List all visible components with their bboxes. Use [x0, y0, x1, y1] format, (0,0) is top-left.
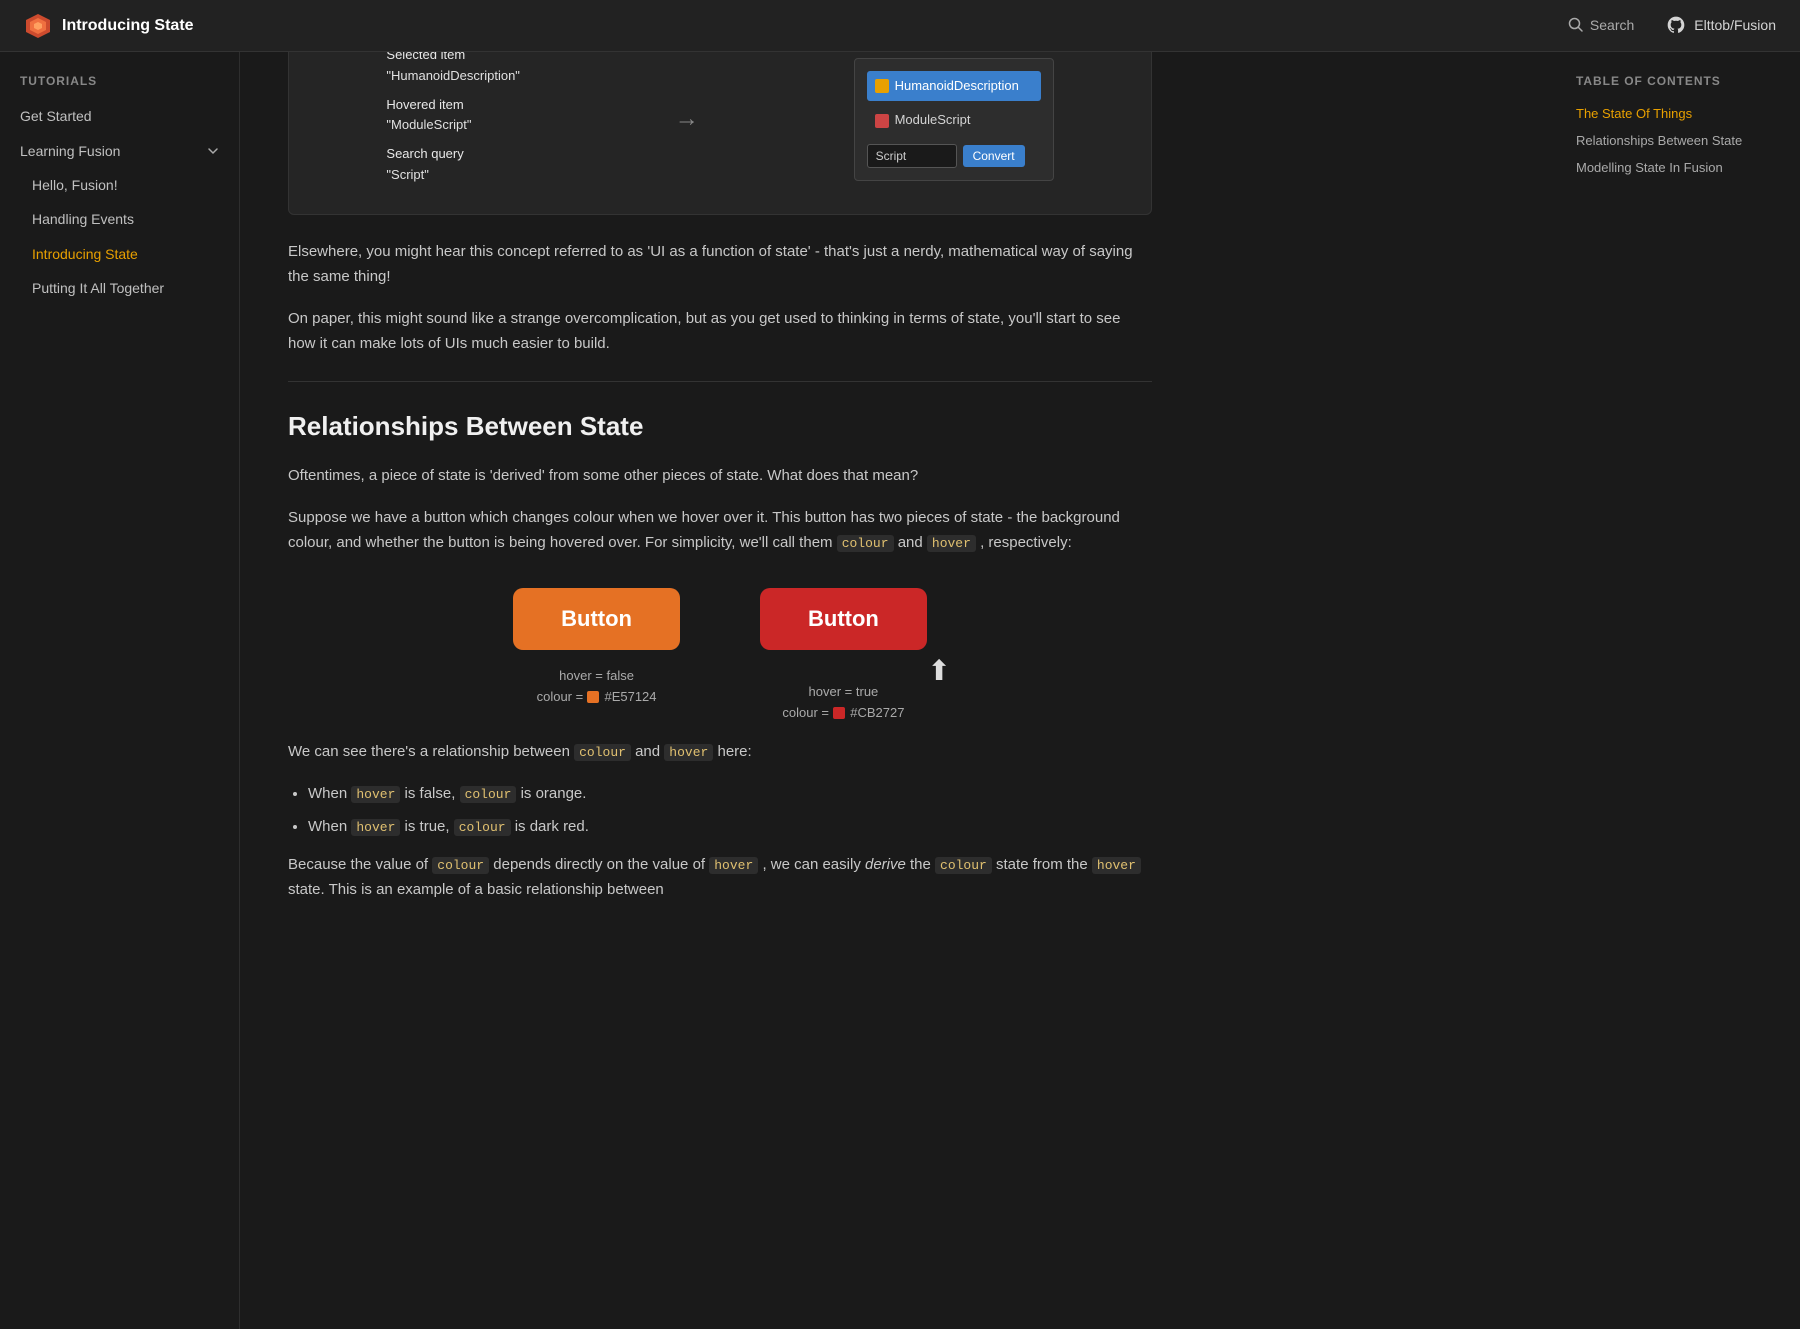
button-demo-right: Button ⬆ hover = true colour = #CB2727	[760, 588, 927, 724]
humanoid-icon	[875, 79, 889, 93]
sidebar-item-hello-fusion-label: Hello, Fusion!	[32, 174, 118, 196]
paragraph-3: Oftentimes, a piece of state is 'derived…	[288, 463, 1152, 489]
sidebar-item-introducing-state-label: Introducing State	[32, 243, 138, 265]
sidebar-tutorials-label: Tutorials	[0, 72, 239, 99]
bullet-item-2: When hover is true, colour is dark red.	[308, 814, 1152, 840]
demo-list-item-2: ModuleScript	[867, 105, 1041, 136]
main-content: Selected item "HumanoidDescription" Hove…	[240, 0, 1200, 943]
demo-right-panel: HumanoidDescription ModuleScript Convert	[854, 58, 1054, 182]
toc-item-relationships-label: Relationships Between State	[1576, 133, 1742, 148]
button-demo-left: Button hover = false colour = #E57124	[513, 588, 680, 724]
sidebar-item-handling-events-label: Handling Events	[32, 208, 134, 230]
code-colour4: colour	[935, 857, 992, 874]
demo-button-orange[interactable]: Button	[513, 588, 680, 650]
button-demo-row: Button hover = false colour = #E57124 Bu…	[288, 588, 1152, 724]
toc-item-state-of-things-label: The State Of Things	[1576, 106, 1692, 121]
code-colour2: colour	[574, 744, 631, 761]
code-hover-b1: hover	[351, 786, 400, 803]
paragraph-1: Elsewhere, you might hear this concept r…	[288, 239, 1152, 290]
code-colour-b1: colour	[460, 786, 517, 803]
bullet-list: When hover is false, colour is orange. W…	[308, 781, 1152, 840]
sidebar-item-get-started[interactable]: Get Started	[0, 99, 239, 133]
code-hover2: hover	[664, 744, 713, 761]
red-color-swatch	[833, 707, 845, 719]
code-hover: hover	[927, 535, 976, 552]
search-query-label: Search query "Script"	[386, 144, 520, 186]
toc-title: Table of contents	[1576, 72, 1776, 91]
header: Introducing State Search Elttob/Fusion	[0, 0, 1800, 52]
table-of-contents: Table of contents The State Of Things Re…	[1576, 72, 1776, 182]
github-label: Elttob/Fusion	[1694, 14, 1776, 36]
button-left-state: hover = false colour = #E57124	[537, 666, 657, 708]
sidebar-item-putting-together-label: Putting It All Together	[32, 277, 164, 299]
button-right-state: hover = true colour = #CB2727	[782, 682, 904, 724]
search-label: Search	[1590, 14, 1634, 36]
code-hover4: hover	[1092, 857, 1141, 874]
header-title: Introducing State	[62, 13, 194, 39]
section-heading-relationships: Relationships Between State	[288, 406, 1152, 448]
demo-convert-button[interactable]: Convert	[963, 145, 1025, 167]
sidebar-item-handling-events[interactable]: Handling Events	[0, 202, 239, 236]
toc-item-modelling[interactable]: Modelling State In Fusion	[1576, 155, 1776, 182]
arrow-icon: →	[675, 100, 699, 138]
hovered-item-label: Hovered item "ModuleScript"	[386, 95, 520, 137]
sidebar-item-putting-together[interactable]: Putting It All Together	[0, 271, 239, 305]
paragraph-4: Suppose we have a button which changes c…	[288, 505, 1152, 556]
module-icon	[875, 114, 889, 128]
demo-search-row: Convert	[867, 144, 1041, 168]
paragraph-6: Because the value of colour depends dire…	[288, 852, 1152, 903]
demo-button-red[interactable]: Button	[760, 588, 927, 650]
demo-top: Selected item "HumanoidDescription" Hove…	[288, 24, 1152, 215]
sidebar: Tutorials Get Started Learning Fusion He…	[0, 52, 240, 1329]
toc-item-modelling-label: Modelling State In Fusion	[1576, 160, 1723, 175]
code-hover-b2: hover	[351, 819, 400, 836]
sidebar-learning-fusion-label: Learning Fusion	[20, 140, 120, 162]
search-icon	[1568, 17, 1584, 33]
github-icon	[1666, 15, 1686, 35]
code-hover3: hover	[709, 857, 758, 874]
chevron-down-icon	[207, 145, 219, 157]
header-logo[interactable]: Introducing State	[24, 12, 194, 40]
sidebar-item-introducing-state[interactable]: Introducing State	[0, 237, 239, 271]
sidebar-item-get-started-label: Get Started	[20, 105, 92, 127]
toc-item-relationships[interactable]: Relationships Between State	[1576, 128, 1776, 155]
paragraph-5: We can see there's a relationship betwee…	[288, 739, 1152, 765]
sidebar-item-hello-fusion[interactable]: Hello, Fusion!	[0, 168, 239, 202]
demo-left-panel: Selected item "HumanoidDescription" Hove…	[386, 45, 520, 194]
header-search[interactable]: Search	[1568, 14, 1634, 36]
demo-list-item-2-label: ModuleScript	[895, 110, 971, 131]
cursor-icon: ⬆	[927, 649, 950, 694]
sidebar-item-learning-fusion[interactable]: Learning Fusion	[0, 134, 239, 168]
orange-color-swatch	[587, 691, 599, 703]
demo-search-input[interactable]	[867, 144, 957, 168]
bullet-item-1: When hover is false, colour is orange.	[308, 781, 1152, 807]
github-link[interactable]: Elttob/Fusion	[1666, 14, 1776, 36]
code-colour3: colour	[432, 857, 489, 874]
section-divider	[288, 381, 1152, 382]
derive-em: derive	[865, 856, 906, 873]
paragraph-2: On paper, this might sound like a strang…	[288, 306, 1152, 357]
code-colour-b2: colour	[454, 819, 511, 836]
demo-list-item-1-label: HumanoidDescription	[895, 76, 1019, 97]
toc-item-state-of-things[interactable]: The State Of Things	[1576, 101, 1776, 128]
demo-list-item-1: HumanoidDescription	[867, 71, 1041, 102]
logo-icon	[24, 12, 52, 40]
code-colour: colour	[837, 535, 894, 552]
